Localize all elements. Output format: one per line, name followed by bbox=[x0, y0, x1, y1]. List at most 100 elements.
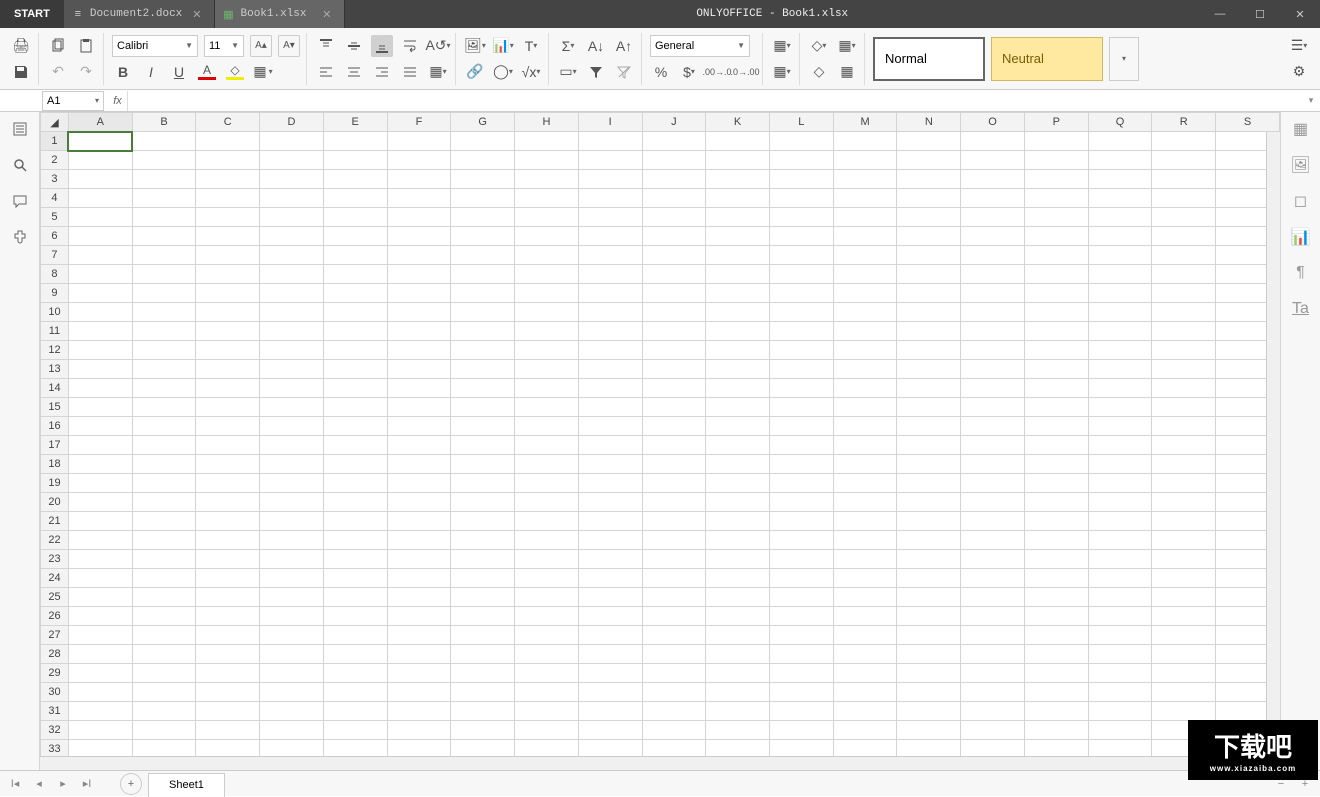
cell[interactable] bbox=[260, 512, 324, 531]
cell[interactable] bbox=[515, 151, 579, 170]
cell[interactable] bbox=[706, 246, 770, 265]
cell[interactable] bbox=[1088, 550, 1152, 569]
spreadsheet-grid[interactable]: ◢ABCDEFGHIJKLMNOPQRS12345678910111213141… bbox=[40, 112, 1280, 756]
cell[interactable] bbox=[387, 607, 451, 626]
chat-panel-icon[interactable] bbox=[9, 190, 31, 212]
cell[interactable] bbox=[451, 170, 515, 189]
cell[interactable] bbox=[451, 398, 515, 417]
cell[interactable] bbox=[196, 588, 260, 607]
cell[interactable] bbox=[1024, 227, 1088, 246]
cell[interactable] bbox=[897, 265, 961, 284]
cell[interactable] bbox=[451, 265, 515, 284]
cell[interactable] bbox=[833, 664, 897, 683]
cell[interactable] bbox=[961, 645, 1025, 664]
cell[interactable] bbox=[642, 189, 706, 208]
cell[interactable] bbox=[515, 683, 579, 702]
cell[interactable] bbox=[961, 607, 1025, 626]
cell[interactable] bbox=[769, 284, 833, 303]
cell[interactable] bbox=[387, 417, 451, 436]
cell[interactable] bbox=[196, 455, 260, 474]
cell[interactable] bbox=[196, 341, 260, 360]
cell[interactable] bbox=[1152, 208, 1216, 227]
column-header[interactable]: J bbox=[642, 113, 706, 132]
cell[interactable] bbox=[132, 284, 196, 303]
cell[interactable] bbox=[1088, 588, 1152, 607]
cell[interactable] bbox=[1152, 531, 1216, 550]
cell[interactable] bbox=[1088, 569, 1152, 588]
align-middle-button[interactable] bbox=[343, 35, 365, 57]
cell[interactable] bbox=[515, 246, 579, 265]
row-header[interactable]: 8 bbox=[41, 265, 69, 284]
cell[interactable] bbox=[1152, 455, 1216, 474]
cell[interactable] bbox=[833, 284, 897, 303]
cell[interactable] bbox=[769, 588, 833, 607]
cell[interactable] bbox=[1152, 132, 1216, 151]
cell[interactable] bbox=[961, 189, 1025, 208]
cell[interactable] bbox=[1088, 740, 1152, 757]
cell[interactable] bbox=[769, 189, 833, 208]
cell[interactable] bbox=[515, 664, 579, 683]
cell[interactable] bbox=[578, 436, 642, 455]
cell[interactable] bbox=[833, 132, 897, 151]
cell[interactable] bbox=[68, 208, 132, 227]
cell[interactable] bbox=[1152, 246, 1216, 265]
cell[interactable] bbox=[260, 303, 324, 322]
cell[interactable] bbox=[706, 531, 770, 550]
cell[interactable] bbox=[961, 265, 1025, 284]
row-header[interactable]: 9 bbox=[41, 284, 69, 303]
row-header[interactable]: 20 bbox=[41, 493, 69, 512]
cell[interactable] bbox=[1152, 607, 1216, 626]
cell[interactable] bbox=[769, 151, 833, 170]
borders-button[interactable]: ▦▾ bbox=[252, 61, 274, 83]
cell[interactable] bbox=[1088, 531, 1152, 550]
horizontal-scrollbar[interactable] bbox=[40, 756, 1280, 770]
cell[interactable] bbox=[323, 607, 387, 626]
cell[interactable] bbox=[387, 322, 451, 341]
expand-formula-bar[interactable]: ▾ bbox=[1302, 95, 1320, 106]
cell[interactable] bbox=[451, 493, 515, 512]
cell[interactable] bbox=[833, 512, 897, 531]
minimize-button[interactable]: — bbox=[1200, 0, 1240, 28]
cell[interactable] bbox=[132, 151, 196, 170]
cell[interactable] bbox=[387, 531, 451, 550]
cell[interactable] bbox=[387, 664, 451, 683]
cell[interactable] bbox=[1152, 645, 1216, 664]
cell[interactable] bbox=[196, 702, 260, 721]
cell[interactable] bbox=[578, 588, 642, 607]
cell[interactable] bbox=[1024, 151, 1088, 170]
cell[interactable] bbox=[196, 132, 260, 151]
redo-button[interactable]: ↷ bbox=[75, 61, 97, 83]
cell[interactable] bbox=[1024, 341, 1088, 360]
cell[interactable] bbox=[1024, 588, 1088, 607]
align-bottom-button[interactable] bbox=[371, 35, 393, 57]
cell[interactable] bbox=[578, 683, 642, 702]
row-header[interactable]: 13 bbox=[41, 360, 69, 379]
cell[interactable] bbox=[323, 360, 387, 379]
cell[interactable] bbox=[769, 721, 833, 740]
clear-button[interactable]: ◇▾ bbox=[808, 35, 830, 57]
cell[interactable] bbox=[387, 721, 451, 740]
cell[interactable] bbox=[833, 360, 897, 379]
cell[interactable] bbox=[833, 322, 897, 341]
cell[interactable] bbox=[578, 626, 642, 645]
cell[interactable] bbox=[769, 303, 833, 322]
cell[interactable] bbox=[451, 664, 515, 683]
cell[interactable] bbox=[642, 341, 706, 360]
cell[interactable] bbox=[897, 645, 961, 664]
cell[interactable] bbox=[260, 341, 324, 360]
cell[interactable] bbox=[642, 645, 706, 664]
cell[interactable] bbox=[961, 531, 1025, 550]
cell[interactable] bbox=[897, 151, 961, 170]
cell[interactable] bbox=[196, 151, 260, 170]
cell[interactable] bbox=[515, 341, 579, 360]
cell[interactable] bbox=[1088, 341, 1152, 360]
cell[interactable] bbox=[897, 132, 961, 151]
cell[interactable] bbox=[68, 588, 132, 607]
cell[interactable] bbox=[132, 474, 196, 493]
cell[interactable] bbox=[515, 493, 579, 512]
cell[interactable] bbox=[769, 607, 833, 626]
cell[interactable] bbox=[578, 360, 642, 379]
cell[interactable] bbox=[1152, 303, 1216, 322]
cell[interactable] bbox=[706, 740, 770, 757]
cell[interactable] bbox=[961, 379, 1025, 398]
